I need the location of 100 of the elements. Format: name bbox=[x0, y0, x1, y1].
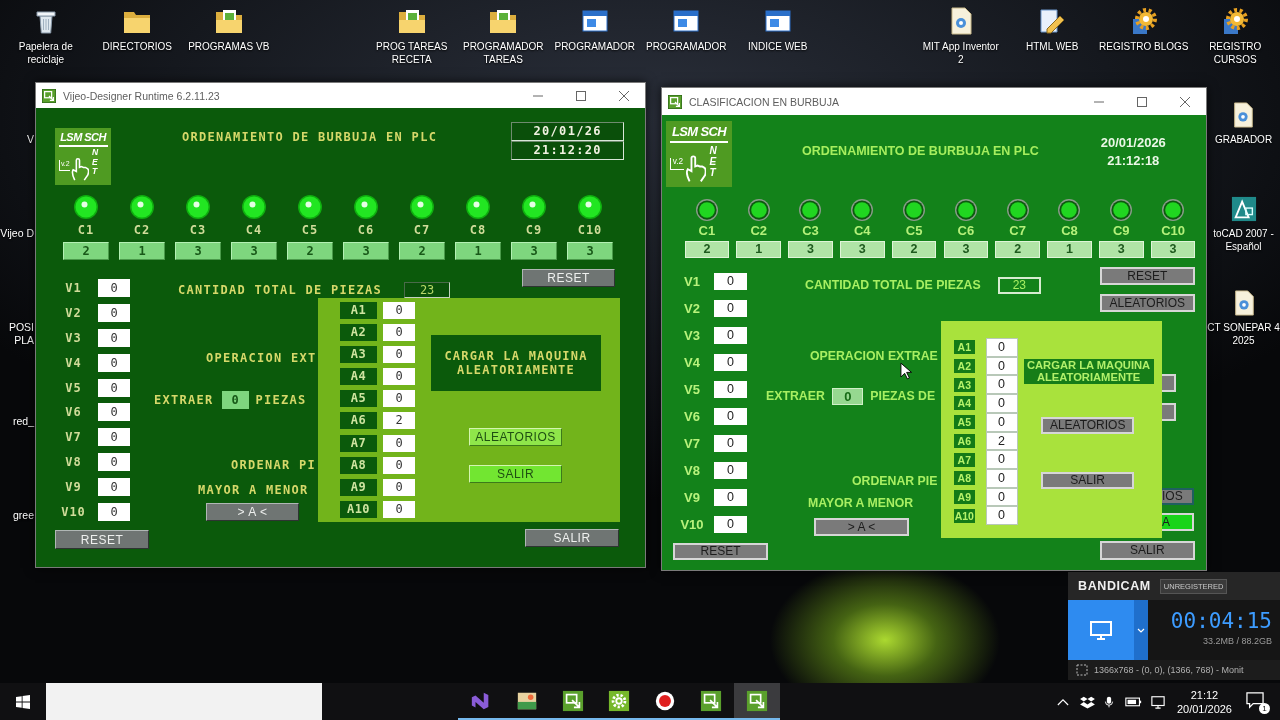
desktop-shortcut[interactable]: HTML WEB bbox=[1026, 7, 1079, 53]
counter-label: V10 bbox=[680, 517, 704, 532]
value-display: 3 bbox=[1150, 241, 1196, 258]
box-icon[interactable] bbox=[1079, 694, 1095, 709]
folder-document-icon[interactable] bbox=[489, 7, 518, 35]
value-display: 1 bbox=[1047, 241, 1092, 258]
desktop-shortcut[interactable]: Vijeo D bbox=[0, 227, 34, 240]
value-display: 1 bbox=[736, 241, 781, 258]
random-button[interactable]: ALEATORIOS bbox=[1041, 417, 1135, 435]
operation-label: OPERACION EXTRAE bbox=[810, 349, 938, 364]
covered-button[interactable]: IOS bbox=[1162, 487, 1194, 505]
value-display: 0 bbox=[985, 375, 1018, 395]
gear-icon bbox=[608, 689, 630, 712]
value-display: 0 bbox=[985, 487, 1018, 507]
covered-button[interactable]: A bbox=[1162, 513, 1194, 532]
sort-button[interactable]: > A < bbox=[814, 518, 909, 536]
desktop-shortcut[interactable]: REGISTRO BLOGS bbox=[1099, 7, 1189, 53]
slot-label: A3 bbox=[953, 377, 975, 392]
reset-button[interactable]: RESET bbox=[522, 269, 615, 287]
desktop-shortcut[interactable]: GRABADOR bbox=[1214, 102, 1273, 146]
reset-button[interactable]: RESET bbox=[673, 543, 768, 560]
taskbar-app-button[interactable] bbox=[734, 683, 780, 720]
value-display: 0 bbox=[985, 412, 1018, 432]
exit-button[interactable]: SALIR bbox=[1099, 541, 1195, 561]
desktop-shortcut[interactable]: PROG TAREAS RECETA bbox=[376, 7, 448, 66]
screen-mode-button[interactable] bbox=[1068, 600, 1134, 660]
screen-title: ORDENAMIENTO DE BURBUJA EN PLC bbox=[182, 130, 438, 144]
random-button[interactable]: ALEATORIOS bbox=[1099, 294, 1195, 313]
desktop-shortcut[interactable]: PROGRAMADOR bbox=[554, 7, 636, 53]
exit-button[interactable]: SALIR bbox=[469, 465, 562, 483]
window-icon[interactable] bbox=[672, 7, 701, 35]
pieces-label: PIEZAS bbox=[255, 393, 307, 407]
reset-button[interactable]: RESET bbox=[55, 530, 149, 549]
taskbar-clock[interactable]: 21:12 20/01/2026 bbox=[1176, 687, 1232, 716]
exit-button[interactable]: SALIR bbox=[1041, 471, 1135, 489]
selection-square-icon[interactable] bbox=[1076, 664, 1088, 676]
counter-label: V5 bbox=[684, 382, 700, 397]
desktop-shortcut[interactable]: red_ bbox=[13, 415, 34, 428]
counter-label: V2 bbox=[684, 301, 700, 316]
conveyor-label: C5 bbox=[301, 223, 319, 237]
covered-button[interactable] bbox=[1162, 374, 1176, 392]
desktop-shortcut[interactable]: toCAD 2007 - Español bbox=[1213, 196, 1274, 253]
counter-label: V5 bbox=[65, 380, 82, 395]
window-icon[interactable] bbox=[580, 7, 609, 35]
start-icon[interactable] bbox=[16, 694, 30, 709]
maximize-icon[interactable] bbox=[1137, 96, 1147, 107]
slot-label: A1 bbox=[340, 302, 377, 319]
notification-icon[interactable] bbox=[1246, 692, 1264, 709]
desktop-shortcut[interactable]: INDICE WEB bbox=[748, 7, 808, 53]
search-field[interactable] bbox=[46, 683, 322, 720]
monitor-icon[interactable] bbox=[1150, 694, 1165, 709]
close-icon[interactable] bbox=[619, 90, 629, 101]
window-icon[interactable] bbox=[763, 7, 792, 35]
desktop-shortcut[interactable]: PROGRAMAS VB bbox=[188, 7, 270, 53]
desktop-shortcut[interactable]: CT SONEPAR 4 2025 bbox=[1207, 290, 1280, 347]
battery-icon[interactable] bbox=[1124, 695, 1142, 708]
counter-label: V4 bbox=[65, 355, 82, 370]
gear-icon[interactable] bbox=[1221, 7, 1250, 35]
value-display: 0 bbox=[98, 303, 130, 322]
recording-timer: 00:04:15 bbox=[1170, 609, 1272, 633]
desktop-shortcut[interactable]: REGISTRO CURSOS bbox=[1209, 7, 1262, 66]
reset-button[interactable]: RESET bbox=[1099, 267, 1195, 286]
conveyor-label: C4 bbox=[245, 223, 263, 237]
date-display: 20/01/26 bbox=[511, 122, 625, 141]
sort-button[interactable]: > A < bbox=[206, 503, 299, 521]
desktop-shortcut[interactable]: PROGRAMADOR bbox=[645, 7, 727, 53]
caret-icon bbox=[1137, 627, 1145, 633]
close-icon[interactable] bbox=[1180, 96, 1190, 107]
pencil-icon[interactable] bbox=[1038, 7, 1067, 35]
value-display: 0 bbox=[98, 403, 130, 422]
value-display: 0 bbox=[985, 468, 1018, 488]
logo-letters: NET bbox=[709, 144, 718, 179]
slot-label: A10 bbox=[340, 500, 377, 518]
order-label: MAYOR A MENOR bbox=[198, 483, 309, 497]
chevron-up-icon[interactable] bbox=[1056, 697, 1069, 706]
desktop-shortcut[interactable]: DIRECTORIOS bbox=[102, 7, 172, 53]
value-display: 0 bbox=[832, 388, 864, 405]
exit-button[interactable]: SALIR bbox=[525, 529, 619, 547]
counter-label: V6 bbox=[684, 409, 700, 424]
microphone-icon[interactable] bbox=[1103, 694, 1114, 709]
value-display: 0 bbox=[383, 478, 415, 496]
value-display: 2 bbox=[995, 241, 1040, 258]
value-display: 0 bbox=[98, 353, 130, 372]
desktop-shortcut[interactable]: PROGRAMADOR TAREAS bbox=[462, 7, 544, 66]
conveyor-label: C7 bbox=[413, 223, 431, 237]
desktop-shortcut[interactable]: MIT App Inventor 2 bbox=[922, 7, 999, 66]
maximize-icon[interactable] bbox=[576, 90, 586, 101]
desktop-shortcut[interactable]: POSI PLA bbox=[8, 321, 34, 347]
desktop-shortcut[interactable]: V bbox=[27, 133, 34, 146]
logo-version: v.2 bbox=[670, 157, 684, 171]
conveyor-label: C8 bbox=[1061, 224, 1078, 238]
slot-label: A5 bbox=[340, 390, 377, 408]
random-button[interactable]: ALEATORIOS bbox=[469, 428, 562, 446]
covered-button[interactable] bbox=[1162, 402, 1176, 421]
desktop-shortcut[interactable]: gree bbox=[13, 509, 34, 522]
desktop-shortcut[interactable]: Papelera de reciclaje bbox=[18, 7, 73, 66]
pieces-label: PIEZAS DE bbox=[870, 389, 936, 404]
total-display: 23 bbox=[997, 277, 1042, 294]
sort-label: ORDENAR PI bbox=[231, 458, 317, 472]
value-display: 3 bbox=[175, 242, 221, 260]
